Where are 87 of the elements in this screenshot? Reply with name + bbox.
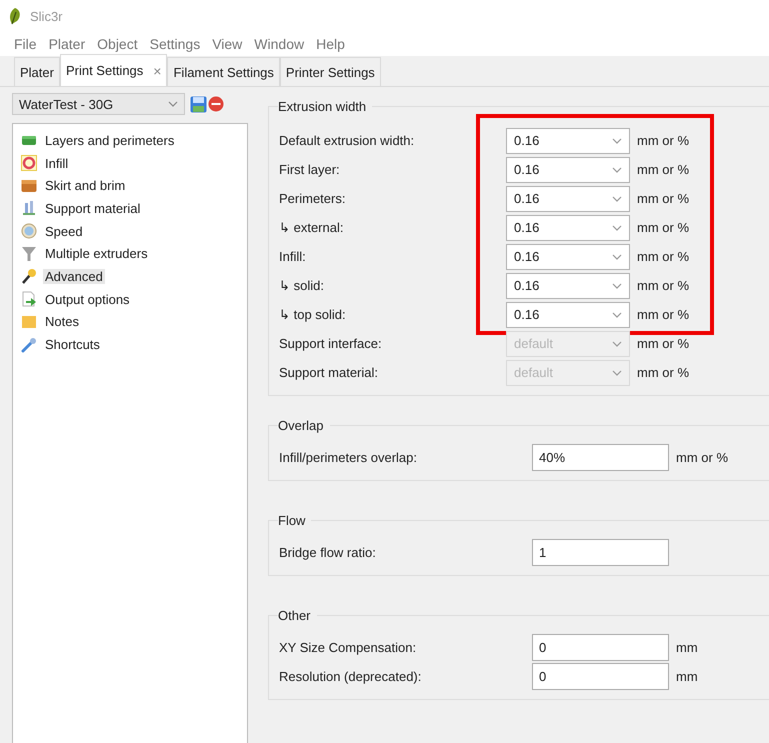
preset-dropdown[interactable]: WaterTest - 30G <box>12 93 185 115</box>
window-title: Slic3r <box>30 8 63 24</box>
unit-label: mm <box>676 669 698 684</box>
menu-item[interactable]: View <box>206 36 248 52</box>
menu-item[interactable]: Window <box>248 36 310 52</box>
sidebar-item[interactable]: Shortcuts <box>43 337 102 352</box>
field-label: Default extrusion width: <box>279 133 416 148</box>
field-label: Support material: <box>279 365 379 380</box>
sidebar-item[interactable]: Support material <box>43 200 142 216</box>
chevron-icon <box>168 101 178 107</box>
export-icon <box>21 291 37 308</box>
tab[interactable]: Plater <box>14 57 60 86</box>
unit-label: mm or % <box>637 278 689 293</box>
group-title: Extrusion width <box>278 99 368 114</box>
combo-field[interactable]: 0.16 <box>506 156 630 182</box>
chevron-icon <box>612 224 622 230</box>
chevron-icon <box>612 312 622 318</box>
input-field[interactable]: 0 <box>532 634 669 661</box>
field-label: Infill/perimeters overlap: <box>279 450 418 465</box>
combo-field[interactable]: 0.16 <box>506 302 630 328</box>
input-field[interactable]: 0 <box>532 663 669 690</box>
unit-label: mm or % <box>637 336 689 351</box>
field-label: Bridge flow ratio: <box>279 545 377 560</box>
wrench-icon <box>21 336 37 353</box>
clock-icon <box>21 223 37 240</box>
field-label: First layer: <box>279 162 341 177</box>
field-label: ↳ solid: <box>279 278 325 293</box>
unit-label: mm or % <box>637 249 689 264</box>
field-label: Infill: <box>279 249 307 264</box>
combo-field[interactable]: 0.16 <box>506 186 630 212</box>
infill-icon <box>21 155 37 172</box>
group-title: Flow <box>278 513 306 528</box>
unit-label: mm or % <box>637 191 689 206</box>
sidebar-item[interactable]: Advanced <box>43 268 105 284</box>
sidebar-item[interactable]: Output options <box>43 292 132 307</box>
unit-label: mm or % <box>676 450 728 465</box>
funnel-icon <box>21 246 37 262</box>
sidebar-item[interactable]: Skirt and brim <box>43 178 128 194</box>
field-label: Support interface: <box>279 336 383 351</box>
unit-label: mm or % <box>637 133 689 148</box>
field-label: ↳ top solid: <box>279 307 347 322</box>
sidebar-item[interactable]: Speed <box>43 224 85 239</box>
field-label: Resolution (deprecated): <box>279 669 422 684</box>
unit-label: mm or % <box>637 365 689 380</box>
chevron-icon <box>612 196 622 202</box>
combo-field[interactable]: 0.16 <box>506 272 630 298</box>
leaf-icon <box>8 7 22 25</box>
chevron-icon <box>612 340 622 346</box>
input-field[interactable]: 1 <box>532 539 669 566</box>
menu-item[interactable]: File <box>8 36 43 52</box>
combo-field[interactable]: 0.16 <box>506 214 630 240</box>
tab[interactable]: Filament Settings <box>167 57 280 86</box>
delete-icon[interactable] <box>208 96 224 112</box>
field-label: XY Size Compensation: <box>279 640 418 655</box>
combo-field[interactable]: 0.16 <box>506 244 630 270</box>
input-field[interactable]: 40% <box>532 444 669 471</box>
field-label: ↳ external: <box>279 220 344 235</box>
group-title: Other <box>278 608 312 623</box>
chevron-icon <box>612 282 622 288</box>
group-title: Overlap <box>278 418 325 433</box>
menu-item[interactable]: Plater <box>42 36 92 52</box>
save-icon[interactable] <box>190 96 207 112</box>
note-icon <box>21 314 37 329</box>
sidebar-item[interactable]: Infill <box>43 156 70 171</box>
field-label: Perimeters: <box>279 191 346 206</box>
unit-label: mm <box>676 640 698 655</box>
layers-icon <box>21 133 37 148</box>
chevron-icon <box>612 254 622 260</box>
tab[interactable]: Printer Settings <box>280 57 381 86</box>
menu-item[interactable]: Settings <box>144 36 206 52</box>
chevron-icon <box>612 166 622 172</box>
combo-field[interactable]: 0.16 <box>506 128 630 154</box>
sidebar-item[interactable]: Layers and perimeters <box>43 132 176 148</box>
tab[interactable]: Print Settings × <box>60 54 168 86</box>
close-icon[interactable]: × <box>153 62 162 78</box>
sidebar-item[interactable]: Notes <box>43 314 81 330</box>
menu-item[interactable]: Object <box>91 36 144 52</box>
menu-item[interactable]: Help <box>310 36 351 52</box>
box-icon <box>21 178 37 193</box>
unit-label: mm or % <box>637 307 689 322</box>
unit-label: mm or % <box>637 220 689 235</box>
chevron-icon <box>612 138 622 144</box>
support-icon <box>21 200 37 216</box>
unit-label: mm or % <box>637 162 689 177</box>
wand-icon <box>21 268 37 284</box>
chevron-icon <box>612 370 622 376</box>
sidebar-item[interactable]: Multiple extruders <box>43 246 150 262</box>
